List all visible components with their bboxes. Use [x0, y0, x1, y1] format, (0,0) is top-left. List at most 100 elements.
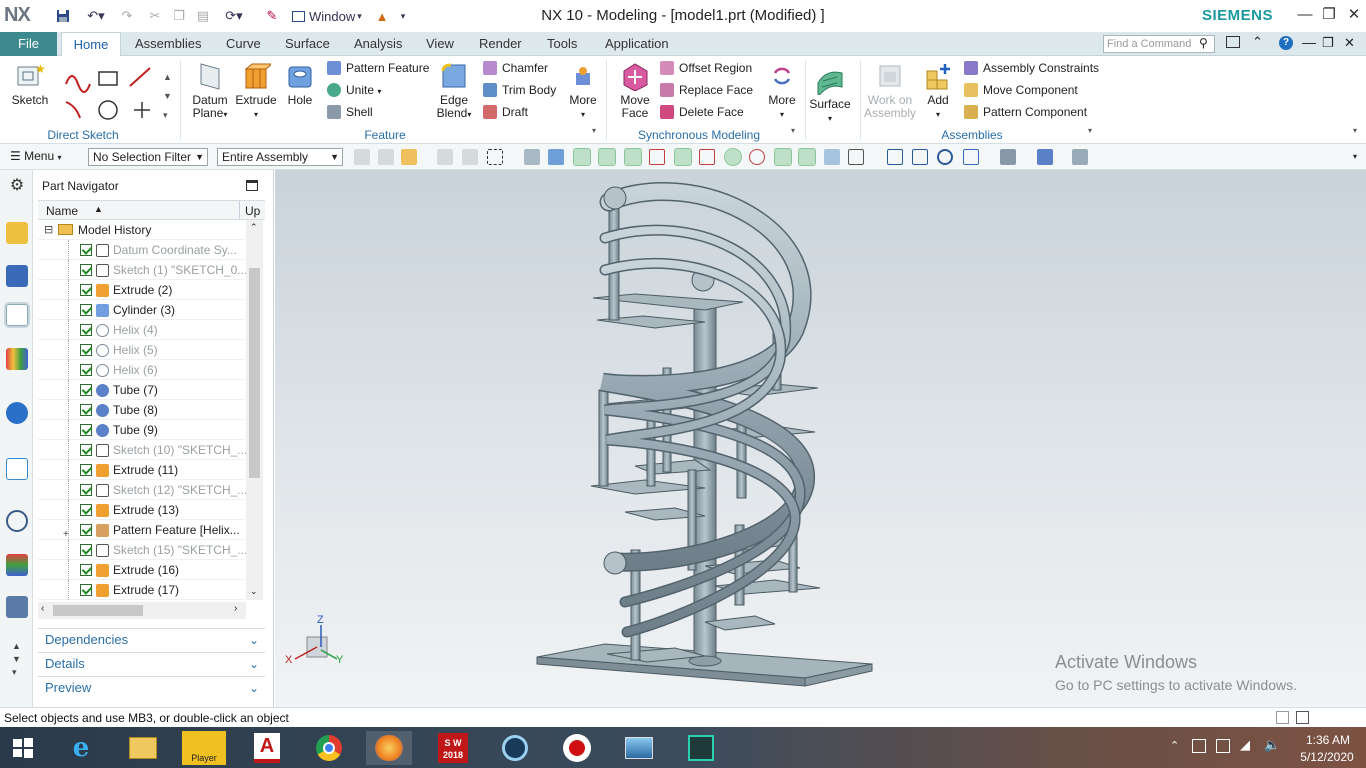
part-navigator-icon[interactable] [4, 302, 30, 328]
tree-row[interactable]: + Pattern Feature [Helix... [38, 520, 244, 540]
shell-button[interactable]: Shell [327, 103, 373, 121]
checkbox[interactable] [80, 564, 92, 576]
tree-row[interactable]: Datum Coordinate Sy... [38, 240, 244, 260]
preview-panel[interactable]: Preview ⌄ [38, 676, 265, 698]
checkbox[interactable] [80, 244, 92, 256]
checkbox[interactable] [80, 524, 92, 536]
snap-enable-icon[interactable] [573, 148, 591, 166]
checkbox[interactable] [80, 344, 92, 356]
checkbox[interactable] [80, 424, 92, 436]
sketch-button[interactable]: ★ Sketch [8, 61, 52, 107]
checkbox[interactable] [80, 264, 92, 276]
toolbar-options-icon[interactable]: ▾ [1353, 152, 1357, 161]
tab-assemblies[interactable]: Assemblies [131, 32, 205, 56]
constraint-navigator-icon[interactable] [6, 265, 28, 287]
datum-plane-button[interactable]: Datum Plane▾ [188, 61, 232, 121]
checkbox[interactable] [80, 324, 92, 336]
sketch-gallery-scroll[interactable]: ▲ ▼ ▾ [163, 68, 172, 125]
checkbox[interactable] [80, 544, 92, 556]
tab-render[interactable]: Render [475, 32, 526, 56]
checkbox[interactable] [80, 444, 92, 456]
feature-more-button[interactable]: More ▾ [564, 61, 602, 121]
tab-tools[interactable]: Tools [543, 32, 581, 56]
minimize-button[interactable]: — [1293, 4, 1317, 26]
unite-button[interactable]: Unite ▾ [327, 81, 381, 99]
chamfer-button[interactable]: Chamfer [483, 59, 548, 77]
existing-point-icon[interactable] [774, 148, 792, 166]
visibility-icon[interactable] [1072, 149, 1088, 165]
point-on-surface-icon[interactable] [824, 149, 840, 165]
dependencies-panel[interactable]: Dependencies ⌄ [38, 628, 265, 650]
general-selection-icon[interactable] [354, 149, 370, 165]
show-hide-icon[interactable] [378, 149, 394, 165]
volume-icon[interactable]: 🔈 [1264, 737, 1280, 753]
resource-bar-scroll[interactable]: ▲ ▼ ▾ [12, 640, 21, 679]
tab-application[interactable]: Application [601, 32, 673, 56]
network-icon[interactable]: ◢ [1240, 737, 1250, 753]
doc-minimize-button[interactable]: — [1302, 34, 1316, 50]
system-materials-icon[interactable] [6, 554, 28, 576]
offset-region-button[interactable]: Offset Region [660, 59, 752, 77]
rotate-icon[interactable] [937, 149, 953, 165]
tab-surface[interactable]: Surface [281, 32, 334, 56]
tree-row[interactable]: Extrude (16) [38, 560, 244, 580]
clock-date[interactable]: 5/12/2020 [1294, 750, 1360, 764]
surface-button[interactable]: Surface ▾ [808, 65, 852, 125]
tree-row[interactable]: Tube (7) [38, 380, 244, 400]
hole-button[interactable]: Hole [280, 61, 320, 107]
web-browser-icon[interactable] [6, 458, 28, 480]
selection-filter-dropdown[interactable]: No Selection Filter ▼ [88, 148, 208, 166]
inference-icon[interactable] [462, 149, 478, 165]
tree-row[interactable]: Helix (6) [38, 360, 244, 380]
collapse-ribbon-icon[interactable]: ⌃ [1252, 34, 1263, 50]
full-screen-status-icon[interactable] [1296, 711, 1309, 724]
add-component-button[interactable]: Add ▾ [920, 61, 956, 121]
tree-row[interactable]: Sketch (12) "SKETCH_... [38, 480, 246, 500]
work-on-assembly-button[interactable]: Work on Assembly [864, 61, 916, 120]
ribbon-options-icon[interactable]: ▾ [1353, 126, 1357, 135]
tree-row[interactable]: Extrude (11) [38, 460, 244, 480]
assembly-navigator-icon[interactable] [6, 222, 28, 244]
screen-recorder-icon[interactable] [554, 731, 600, 765]
tab-view[interactable]: View [422, 32, 458, 56]
type-filter-icon[interactable] [401, 149, 417, 165]
rendering-style-icon[interactable] [1000, 149, 1016, 165]
tree-row[interactable]: Cylinder (3) [38, 300, 244, 320]
tree-row-model-history[interactable]: ⊟ Model History [38, 220, 244, 240]
search-icon[interactable]: ⚲ [1199, 36, 1208, 50]
acrobat-icon[interactable]: A [244, 731, 290, 765]
video-editor-icon[interactable] [678, 731, 724, 765]
checkbox[interactable] [80, 584, 92, 596]
extrude-button[interactable]: Extrude ▾ [234, 61, 278, 121]
scroll-down-icon[interactable]: ⌄ [250, 586, 258, 597]
tray-app-icon[interactable] [1192, 739, 1206, 753]
feature-group-expand[interactable]: ▾ [592, 126, 596, 135]
chrome-icon[interactable] [306, 731, 352, 765]
help-icon[interactable]: ? [1279, 36, 1293, 50]
process-studio-icon[interactable] [6, 596, 28, 618]
start-button[interactable] [0, 731, 46, 765]
edge-blend-button[interactable]: Edge Blend▾ [432, 61, 476, 121]
replace-face-button[interactable]: Replace Face [660, 81, 753, 99]
internet-explorer-icon[interactable]: e [58, 731, 104, 765]
control-point-icon[interactable] [649, 149, 665, 165]
checkbox[interactable] [80, 364, 92, 376]
tree-row[interactable]: Extrude (17) [38, 580, 244, 600]
close-button[interactable]: ✕ [1342, 4, 1366, 26]
orient-view-icon[interactable] [963, 149, 979, 165]
snap-icon[interactable] [437, 149, 453, 165]
arc-center-icon[interactable] [724, 148, 742, 166]
selection-grid-icon[interactable] [1276, 711, 1289, 724]
pattern-component-button[interactable]: Pattern Component [964, 103, 1087, 121]
assembly-constraints-button[interactable]: Assembly Constraints [964, 59, 1099, 77]
horizontal-scrollbar[interactable]: ‹ › [38, 602, 246, 619]
doc-close-button[interactable]: ✕ [1344, 35, 1355, 51]
tree-row[interactable]: Extrude (13) [38, 500, 244, 520]
history-icon[interactable] [6, 510, 28, 532]
column-up[interactable]: Up [245, 204, 260, 218]
tree-row[interactable]: Extrude (2) [38, 280, 244, 300]
file-explorer-icon[interactable] [120, 731, 166, 765]
sketch-curve-tools[interactable] [62, 64, 162, 124]
camera-app-icon[interactable] [492, 731, 538, 765]
tree-row[interactable]: Tube (9) [38, 420, 244, 440]
